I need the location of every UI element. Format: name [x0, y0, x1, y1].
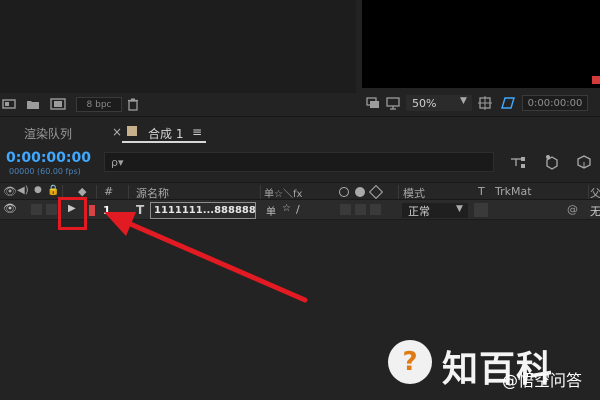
watermark-logo-icon: ? — [388, 340, 432, 384]
watermark-subtitle: @悟空问答 — [502, 371, 583, 390]
